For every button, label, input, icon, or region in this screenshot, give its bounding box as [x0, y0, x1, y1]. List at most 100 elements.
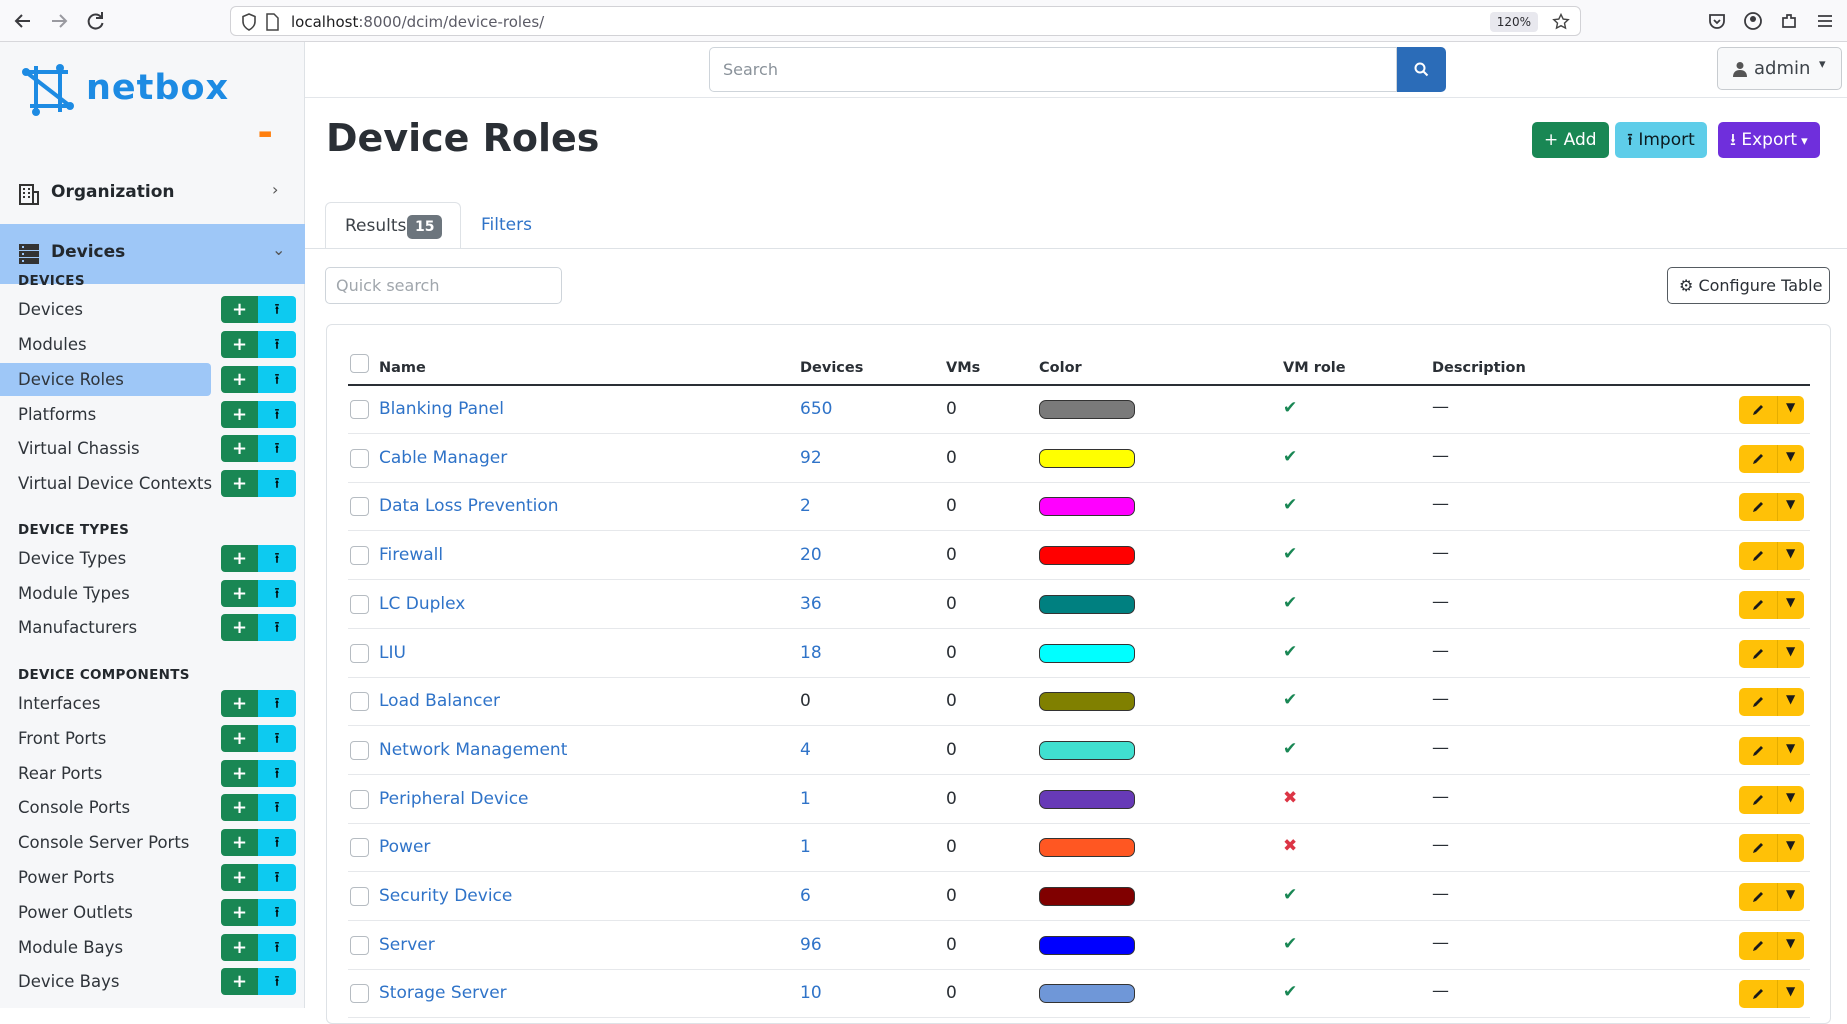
search-button[interactable]: [1397, 47, 1446, 92]
user-menu-button[interactable]: admin ▾: [1717, 47, 1842, 90]
add-icon[interactable]: +: [221, 760, 258, 787]
import-button[interactable]: ⭱ Import: [1615, 122, 1707, 158]
row-checkbox[interactable]: [350, 644, 369, 663]
row-checkbox[interactable]: [350, 546, 369, 565]
device-count[interactable]: 1: [800, 789, 811, 809]
column-header-devices[interactable]: Devices: [800, 360, 863, 376]
add-icon[interactable]: +: [221, 614, 258, 641]
role-name-link[interactable]: Power: [379, 837, 430, 857]
add-icon[interactable]: +: [221, 690, 258, 717]
edit-button[interactable]: [1739, 737, 1777, 765]
upload-icon[interactable]: ⭱: [258, 435, 296, 462]
sidebar-item-virtual-device-contexts[interactable]: Virtual Device Contexts + ⭱: [0, 467, 305, 501]
device-count[interactable]: 6: [800, 886, 811, 906]
column-header-color[interactable]: Color: [1039, 360, 1082, 376]
upload-icon[interactable]: ⭱: [258, 401, 296, 428]
edit-button[interactable]: [1739, 445, 1777, 473]
column-header-description[interactable]: Description: [1432, 360, 1526, 376]
sidebar-item-module-bays[interactable]: Module Bays + ⭱: [0, 931, 305, 965]
row-checkbox[interactable]: [350, 838, 369, 857]
upload-icon[interactable]: ⭱: [258, 794, 296, 821]
add-icon[interactable]: +: [221, 401, 258, 428]
row-checkbox[interactable]: [350, 400, 369, 419]
add-icon[interactable]: +: [221, 725, 258, 752]
sidebar-item-rear-ports[interactable]: Rear Ports + ⭱: [0, 757, 305, 791]
upload-icon[interactable]: ⭱: [258, 829, 296, 856]
forward-icon[interactable]: [47, 9, 71, 33]
sidebar-item-power-ports[interactable]: Power Ports + ⭱: [0, 861, 305, 895]
sidebar-item-device-roles[interactable]: Device Roles + ⭱: [0, 363, 305, 397]
search-input[interactable]: [709, 47, 1397, 92]
tab-filters[interactable]: Filters: [481, 215, 532, 235]
sidebar-item-console-ports[interactable]: Console Ports + ⭱: [0, 791, 305, 825]
export-button[interactable]: ⭳ Export ▾: [1718, 122, 1820, 158]
row-checkbox[interactable]: [350, 741, 369, 760]
reload-icon[interactable]: [83, 9, 107, 33]
upload-icon[interactable]: ⭱: [258, 470, 296, 497]
back-icon[interactable]: [11, 9, 35, 33]
edit-button[interactable]: [1739, 591, 1777, 619]
edit-button[interactable]: [1739, 883, 1777, 911]
device-count[interactable]: 4: [800, 740, 811, 760]
brand-logo[interactable]: netbox: [18, 60, 228, 118]
role-name-link[interactable]: Cable Manager: [379, 448, 507, 468]
upload-icon[interactable]: ⭱: [258, 690, 296, 717]
sidebar-item-manufacturers[interactable]: Manufacturers + ⭱: [0, 611, 305, 645]
url-bar[interactable]: localhost:8000/dcim/device-roles/ 120%: [230, 6, 1581, 36]
role-name-link[interactable]: Network Management: [379, 740, 567, 760]
upload-icon[interactable]: ⭱: [258, 366, 296, 393]
edit-button[interactable]: [1739, 640, 1777, 668]
menu-organization[interactable]: Organization ›: [0, 164, 305, 224]
row-checkbox[interactable]: [350, 887, 369, 906]
add-icon[interactable]: +: [221, 794, 258, 821]
role-name-link[interactable]: Storage Server: [379, 983, 507, 1003]
row-actions-dropdown[interactable]: ▼: [1777, 688, 1804, 716]
row-actions-dropdown[interactable]: ▼: [1777, 737, 1804, 765]
sidebar-item-devices[interactable]: Devices + ⭱: [0, 293, 305, 327]
bookmark-star-icon[interactable]: [1552, 13, 1570, 31]
sidebar-item-power-outlets[interactable]: Power Outlets + ⭱: [0, 896, 305, 930]
device-count[interactable]: 20: [800, 545, 822, 565]
add-icon[interactable]: +: [221, 864, 258, 891]
add-icon[interactable]: +: [221, 899, 258, 926]
device-count[interactable]: 18: [800, 643, 822, 663]
device-count[interactable]: 10: [800, 983, 822, 1003]
upload-icon[interactable]: ⭱: [258, 614, 296, 641]
sidebar-item-virtual-chassis[interactable]: Virtual Chassis + ⭱: [0, 432, 305, 466]
add-icon[interactable]: +: [221, 435, 258, 462]
menu-icon[interactable]: [1815, 11, 1835, 31]
edit-button[interactable]: [1739, 786, 1777, 814]
upload-icon[interactable]: ⭱: [258, 968, 296, 995]
add-icon[interactable]: +: [221, 545, 258, 572]
row-actions-dropdown[interactable]: ▼: [1777, 445, 1804, 473]
row-checkbox[interactable]: [350, 790, 369, 809]
row-actions-dropdown[interactable]: ▼: [1777, 396, 1804, 424]
device-count[interactable]: 92: [800, 448, 822, 468]
row-checkbox[interactable]: [350, 984, 369, 1003]
role-name-link[interactable]: LIU: [379, 643, 406, 663]
page-icon[interactable]: [265, 13, 280, 31]
upload-icon[interactable]: ⭱: [258, 545, 296, 572]
add-icon[interactable]: +: [221, 829, 258, 856]
upload-icon[interactable]: ⭱: [258, 934, 296, 961]
row-actions-dropdown[interactable]: ▼: [1777, 834, 1804, 862]
row-actions-dropdown[interactable]: ▼: [1777, 640, 1804, 668]
device-count[interactable]: 1: [800, 837, 811, 857]
upload-icon[interactable]: ⭱: [258, 760, 296, 787]
add-icon[interactable]: +: [221, 366, 258, 393]
row-checkbox[interactable]: [350, 595, 369, 614]
role-name-link[interactable]: Security Device: [379, 886, 512, 906]
sidebar-item-modules[interactable]: Modules + ⭱: [0, 328, 305, 362]
row-checkbox[interactable]: [350, 497, 369, 516]
role-name-link[interactable]: Data Loss Prevention: [379, 496, 559, 516]
role-name-link[interactable]: Load Balancer: [379, 691, 500, 711]
add-icon[interactable]: +: [221, 968, 258, 995]
row-actions-dropdown[interactable]: ▼: [1777, 591, 1804, 619]
pocket-icon[interactable]: [1707, 11, 1727, 31]
select-all-checkbox[interactable]: [350, 354, 369, 373]
device-count[interactable]: 2: [800, 496, 811, 516]
sidebar-item-console-server-ports[interactable]: Console Server Ports + ⭱: [0, 826, 305, 860]
row-actions-dropdown[interactable]: ▼: [1777, 883, 1804, 911]
sidebar-item-interfaces[interactable]: Interfaces + ⭱: [0, 687, 305, 721]
sidebar-item-front-ports[interactable]: Front Ports + ⭱: [0, 722, 305, 756]
